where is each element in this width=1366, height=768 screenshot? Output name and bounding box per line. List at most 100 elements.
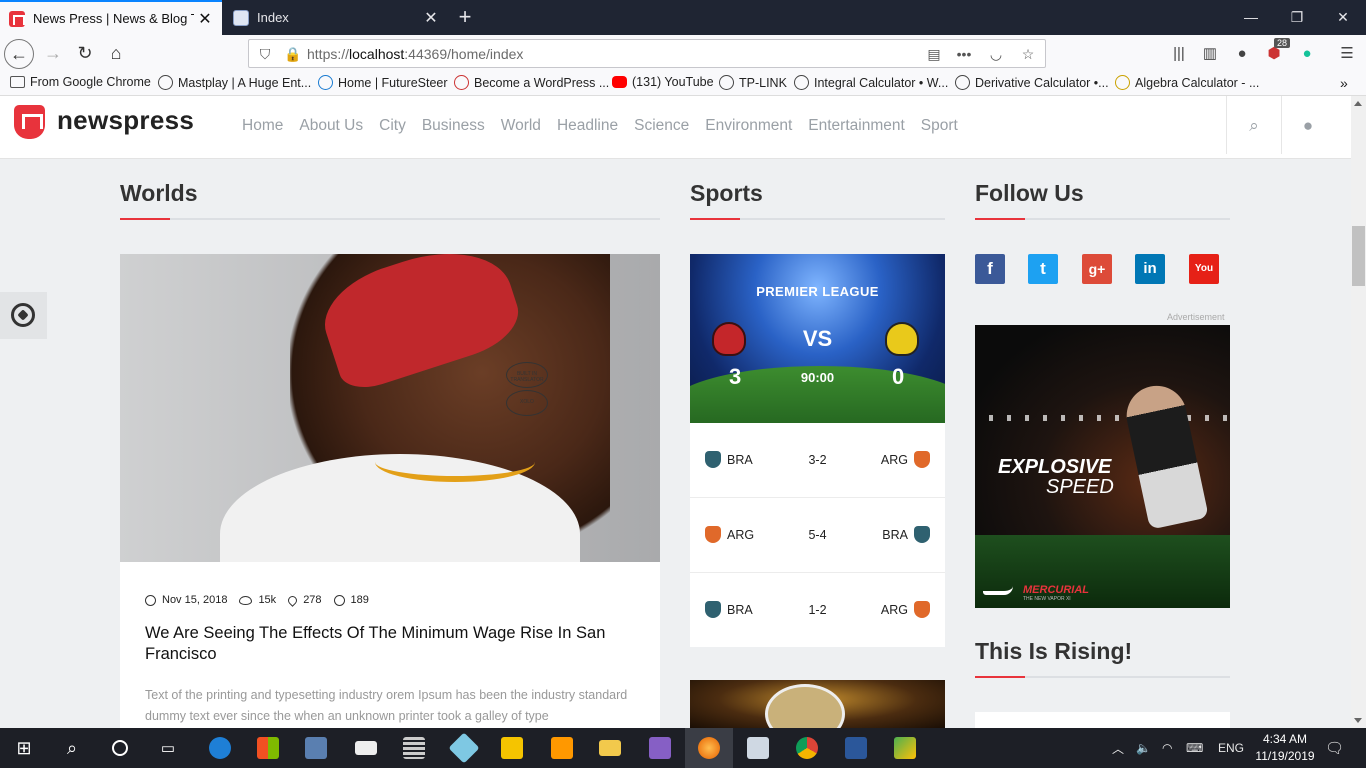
clock-time: 4:34 AM bbox=[1262, 732, 1308, 746]
bookmark-item[interactable]: From Google Chrome bbox=[10, 75, 151, 89]
close-window-button[interactable]: ✕ bbox=[1320, 0, 1366, 35]
taskbar-tool[interactable] bbox=[881, 728, 929, 768]
taskbar-player[interactable] bbox=[488, 728, 536, 768]
google-plus-icon[interactable]: g+ bbox=[1082, 254, 1112, 284]
article-title[interactable]: We Are Seeing The Effects Of The Minimum… bbox=[145, 623, 635, 665]
match-row[interactable]: BRA 3-2 ARG bbox=[690, 423, 945, 498]
taskbar-visual-studio[interactable] bbox=[636, 728, 684, 768]
bookmark-item[interactable]: Home | FutureSteer bbox=[318, 75, 448, 90]
tab-index[interactable]: Index ✕ bbox=[224, 0, 448, 35]
bookmark-item[interactable]: (131) YouTube bbox=[612, 75, 714, 89]
taskbar-network-app[interactable] bbox=[292, 728, 340, 768]
pocket-icon[interactable]: ◡ bbox=[987, 45, 1005, 63]
bookmark-item[interactable]: Become a WordPress ... bbox=[454, 75, 609, 90]
language-indicator[interactable]: ENG bbox=[1218, 728, 1244, 768]
versus-label: VS bbox=[802, 326, 833, 351]
shield-icon[interactable]: ⛉ bbox=[256, 45, 274, 63]
taskbar-chrome[interactable] bbox=[783, 728, 831, 768]
account-icon[interactable]: ● bbox=[1231, 43, 1253, 65]
nav-city[interactable]: City bbox=[379, 117, 406, 135]
settings-widget[interactable] bbox=[0, 292, 47, 339]
nav-business[interactable]: Business bbox=[422, 117, 485, 135]
network-app-icon bbox=[305, 737, 327, 759]
forward-button[interactable]: → bbox=[38, 39, 68, 69]
show-hidden-icons[interactable]: ︿ bbox=[1112, 728, 1124, 768]
search-icon[interactable]: ⌕ bbox=[1244, 116, 1264, 136]
page-scrollbar[interactable] bbox=[1351, 96, 1366, 728]
grammarly-icon[interactable]: ● bbox=[1296, 43, 1318, 65]
newspress-logo-icon[interactable] bbox=[14, 105, 45, 139]
bookmark-item[interactable]: Mastplay | A Huge Ent... bbox=[158, 75, 311, 90]
nav-home[interactable]: Home bbox=[242, 117, 283, 135]
back-button[interactable]: ← bbox=[4, 39, 34, 69]
start-button[interactable]: ⊞ bbox=[0, 728, 48, 768]
new-tab-button[interactable]: + bbox=[452, 3, 478, 31]
sidebar-icon[interactable]: ▥ bbox=[1199, 43, 1221, 65]
nav-environment[interactable]: Environment bbox=[705, 117, 792, 135]
reader-view-icon[interactable]: ▤ bbox=[925, 45, 943, 63]
wifi-button[interactable]: ◠ bbox=[1162, 728, 1172, 768]
lock-warning-icon[interactable]: 🔒 bbox=[284, 45, 302, 63]
notifications-button[interactable]: 🗨 bbox=[1325, 728, 1344, 768]
taskbar-edge[interactable] bbox=[196, 728, 244, 768]
page-actions-icon[interactable]: ••• bbox=[955, 45, 973, 63]
cortana-button[interactable] bbox=[96, 728, 144, 768]
bookmark-star-icon[interactable]: ☆ bbox=[1019, 45, 1037, 63]
restore-button[interactable]: ❐ bbox=[1274, 0, 1320, 35]
taskbar-calculator[interactable] bbox=[390, 728, 438, 768]
bookmark-item[interactable]: Algebra Calculator - ... bbox=[1115, 75, 1259, 90]
nav-about-us[interactable]: About Us bbox=[299, 117, 363, 135]
match-banner[interactable]: PREMIER LEAGUE VS 3 90:00 0 bbox=[690, 254, 945, 423]
tab-newspress[interactable]: News Press | News & Blog Temp ✕ bbox=[0, 0, 222, 35]
nike-swoosh-icon bbox=[983, 586, 1013, 595]
taskbar-firefox[interactable] bbox=[685, 728, 733, 768]
reload-button[interactable]: ↻ bbox=[70, 39, 100, 69]
wordpress-icon bbox=[454, 75, 469, 90]
advertisement-banner[interactable]: EXPLOSIVE SPEED MERCURIAL THE NEW VAPOR … bbox=[975, 325, 1230, 608]
taskbar-clock[interactable]: 4:34 AM 11/19/2019 bbox=[1250, 731, 1320, 765]
taskbar-sublime[interactable] bbox=[538, 728, 586, 768]
youtube-icon[interactable]: You bbox=[1189, 254, 1219, 284]
taskbar-3d-app[interactable] bbox=[440, 728, 488, 768]
task-view-button[interactable]: ▭ bbox=[144, 728, 192, 768]
taskbar-word[interactable] bbox=[832, 728, 880, 768]
bookmark-item[interactable]: TP-LINK bbox=[719, 75, 787, 90]
facebook-icon[interactable]: f bbox=[975, 254, 1005, 284]
twitter-icon[interactable]: t bbox=[1028, 254, 1058, 284]
address-bar[interactable]: ⛉ 🔒 https://localhost:44369/home/index ▤… bbox=[248, 39, 1046, 68]
worlds-featured-image[interactable]: BUILT IN TRANSLATOR XOLO bbox=[120, 254, 660, 562]
site-logo-text[interactable]: newspress bbox=[57, 105, 194, 136]
search-button[interactable]: ⌕ bbox=[48, 728, 96, 768]
nav-entertainment[interactable]: Entertainment bbox=[808, 117, 905, 135]
scroll-up-arrow-icon[interactable] bbox=[1354, 101, 1362, 106]
nav-world[interactable]: World bbox=[501, 117, 541, 135]
football-article-image[interactable] bbox=[690, 680, 945, 728]
more-bookmarks-icon[interactable]: » bbox=[1340, 75, 1348, 91]
close-tab-icon[interactable]: ✕ bbox=[420, 8, 442, 28]
match-row[interactable]: BRA 1-2 ARG bbox=[690, 573, 945, 648]
taskbar-explorer[interactable] bbox=[586, 728, 634, 768]
team-crest-icon bbox=[914, 526, 930, 543]
nav-sport[interactable]: Sport bbox=[921, 117, 958, 135]
close-tab-icon[interactable]: ✕ bbox=[194, 9, 216, 29]
field-shape bbox=[975, 535, 1230, 608]
minimize-button[interactable]: — bbox=[1228, 0, 1274, 35]
linkedin-icon[interactable]: in bbox=[1135, 254, 1165, 284]
scrollbar-thumb[interactable] bbox=[1352, 226, 1365, 286]
scroll-down-arrow-icon[interactable] bbox=[1354, 718, 1362, 723]
nav-science[interactable]: Science bbox=[634, 117, 689, 135]
bookmark-item[interactable]: Derivative Calculator •... bbox=[955, 75, 1109, 90]
user-icon[interactable]: ● bbox=[1298, 116, 1318, 136]
menu-icon[interactable]: ☰ bbox=[1336, 43, 1358, 65]
home-button[interactable]: ⌂ bbox=[101, 39, 131, 69]
library-icon[interactable]: ||| bbox=[1168, 43, 1190, 65]
nav-headline[interactable]: Headline bbox=[557, 117, 618, 135]
keyboard-button[interactable]: ⌨ bbox=[1186, 728, 1203, 768]
match-row[interactable]: ARG 5-4 BRA bbox=[690, 498, 945, 573]
bookmark-item[interactable]: Integral Calculator • W... bbox=[794, 75, 948, 90]
advertisement-label: Advertisement bbox=[1167, 312, 1225, 322]
volume-button[interactable]: 🔈 bbox=[1136, 728, 1151, 768]
taskbar-store[interactable] bbox=[244, 728, 292, 768]
taskbar-remote-desktop[interactable] bbox=[734, 728, 782, 768]
taskbar-mail[interactable] bbox=[342, 728, 390, 768]
